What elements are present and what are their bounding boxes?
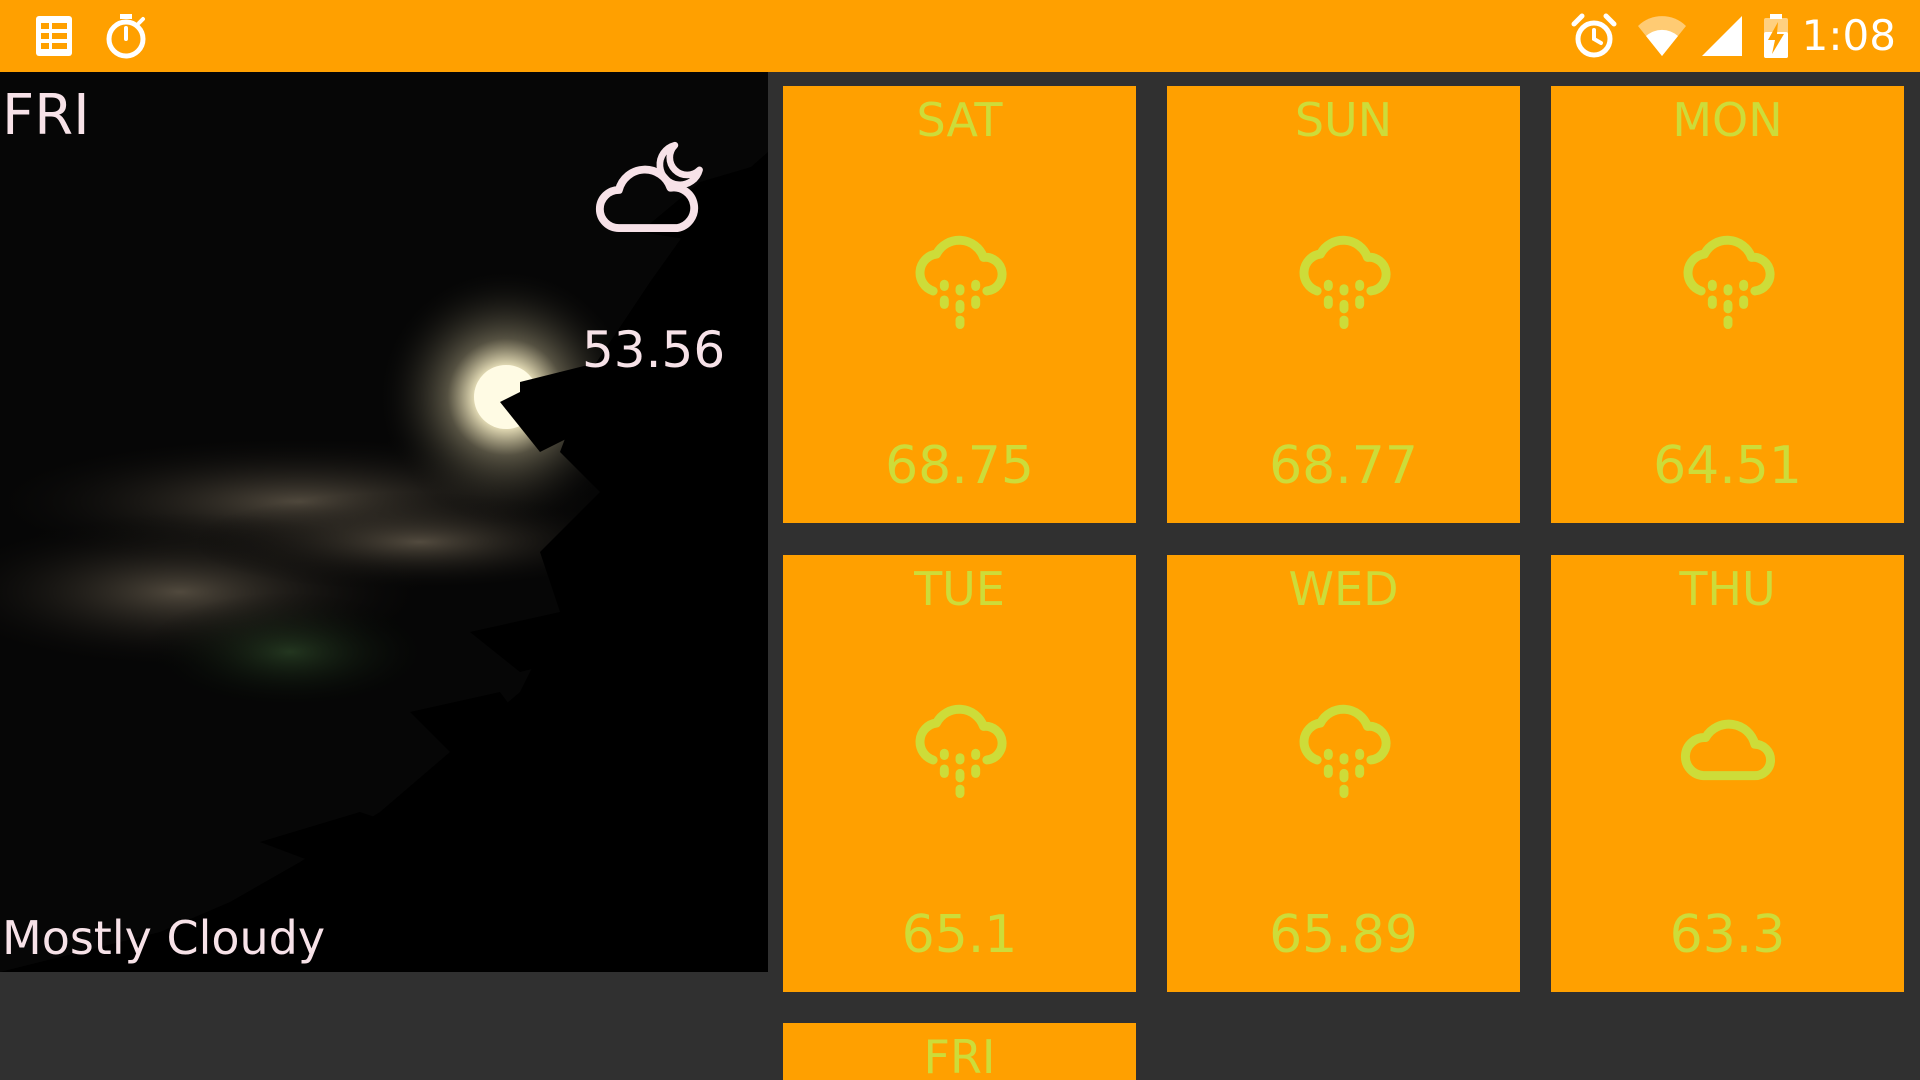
forecast-temperature: 65.1	[901, 905, 1018, 965]
forecast-tile-wed[interactable]: WED 65.89	[1167, 555, 1520, 992]
forecast-temperature: 64.51	[1653, 436, 1802, 496]
rain-icon	[1672, 226, 1784, 338]
today-condition: Mostly Cloudy	[2, 911, 326, 965]
forecast-tile-thu[interactable]: THU 63.3	[1551, 555, 1904, 992]
today-temperature: 53.56	[582, 321, 726, 379]
cell-signal-icon	[1702, 16, 1742, 56]
alarm-icon	[1571, 13, 1617, 58]
stopwatch-icon	[106, 14, 146, 59]
forecast-tile-sun[interactable]: SUN 68.77	[1167, 86, 1520, 523]
today-day: FRI	[2, 83, 90, 148]
forecast-tile-sat[interactable]: SAT 68.75	[783, 86, 1136, 523]
forecast-day: WED	[1288, 562, 1399, 616]
rain-icon	[904, 226, 1016, 338]
forecast-temperature: 65.89	[1269, 905, 1418, 965]
wifi-icon	[1638, 16, 1686, 56]
today-card[interactable]: FRI 53.56 Mostly Cloudy	[0, 72, 768, 972]
rain-icon	[904, 695, 1016, 807]
forecast-tile-tue[interactable]: TUE 65.1	[783, 555, 1136, 992]
clock: 1:08	[1801, 11, 1896, 60]
rain-icon	[1288, 226, 1400, 338]
notes-icon	[36, 16, 72, 56]
forecast-day: SAT	[916, 93, 1003, 147]
cloud-icon	[1672, 695, 1784, 807]
forecast-day: SUN	[1294, 93, 1393, 147]
forecast-tile-fri[interactable]: FRI	[783, 1023, 1136, 1080]
status-bar: 1:08	[0, 0, 1920, 72]
forecast-tile-mon[interactable]: MON 64.51	[1551, 86, 1904, 523]
forecast-day: MON	[1672, 93, 1783, 147]
battery-charging-icon	[1764, 14, 1788, 58]
rain-icon	[1288, 695, 1400, 807]
forecast-day: TUE	[914, 562, 1005, 616]
forecast-temperature: 68.77	[1269, 436, 1418, 496]
forecast-day: FRI	[923, 1030, 996, 1080]
forecast-day: THU	[1679, 562, 1776, 616]
forecast-temperature: 68.75	[885, 436, 1034, 496]
forecast-temperature: 63.3	[1669, 905, 1786, 965]
partly-cloudy-night-icon	[596, 141, 703, 232]
